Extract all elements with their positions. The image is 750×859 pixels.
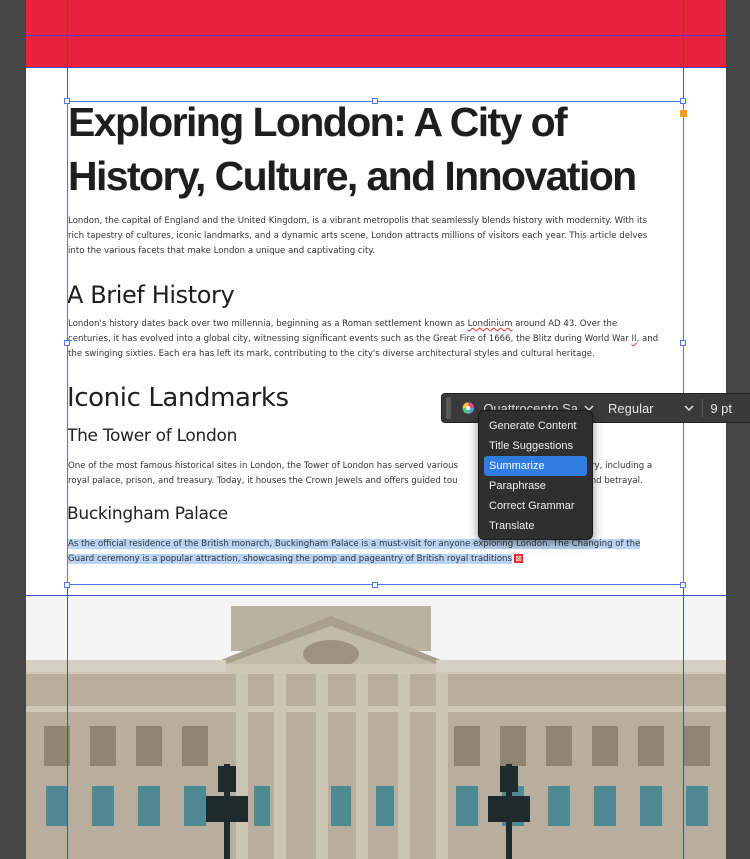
font-style-dropdown[interactable]: Regular xyxy=(608,401,694,416)
tower-heading[interactable]: The Tower of London xyxy=(67,425,237,447)
menu-item-summarize[interactable]: Summarize xyxy=(484,456,587,476)
frame-handle-tr[interactable] xyxy=(680,98,686,104)
ai-sparkle-icon[interactable] xyxy=(461,399,475,417)
landmarks-heading[interactable]: Iconic Landmarks xyxy=(67,383,289,413)
selected-text-line-1: As the official residence of the British… xyxy=(68,539,641,549)
history-paragraph[interactable]: London's history dates back over two mil… xyxy=(68,317,682,363)
frame-handle-tl[interactable] xyxy=(64,98,70,104)
frame-handle-mr[interactable] xyxy=(680,340,686,346)
guide-top[interactable] xyxy=(26,35,726,36)
selected-text-line-2: Guard ceremony is a popular attraction, … xyxy=(68,554,512,565)
palace-image xyxy=(26,596,726,859)
toolbar-grip-handle[interactable] xyxy=(446,397,451,419)
menu-item-correct-grammar[interactable]: Correct Grammar xyxy=(484,496,587,516)
palace-heading[interactable]: Buckingham Palace xyxy=(67,503,228,525)
frame-handle-bl[interactable] xyxy=(64,582,70,588)
chevron-down-icon xyxy=(683,405,694,412)
font-size-field[interactable]: 9 pt xyxy=(710,401,750,416)
toolbar-separator xyxy=(701,398,703,418)
palace-paragraph-selected[interactable]: As the official residence of the British… xyxy=(68,537,682,567)
menu-item-generate-content[interactable]: Generate Content xyxy=(484,416,587,436)
intro-paragraph[interactable]: London, the capital of England and the U… xyxy=(68,214,682,260)
frame-handle-br[interactable] xyxy=(680,582,686,588)
guide-banner-bottom[interactable] xyxy=(26,67,726,68)
history-heading[interactable]: A Brief History xyxy=(67,280,235,310)
menu-item-title-suggestions[interactable]: Title Suggestions xyxy=(484,436,587,456)
menu-item-paraphrase[interactable]: Paraphrase xyxy=(484,476,587,496)
menu-item-translate[interactable]: Translate xyxy=(484,516,587,536)
article-title[interactable]: Exploring London: A City of History, Cul… xyxy=(68,95,688,203)
frame-handle-ml[interactable] xyxy=(64,340,70,346)
font-style-value: Regular xyxy=(607,400,654,416)
frame-handle-bm[interactable] xyxy=(372,582,378,588)
font-size-value: 9 pt xyxy=(710,400,732,416)
red-banner[interactable] xyxy=(26,0,726,67)
frame-link-icon[interactable] xyxy=(680,110,687,117)
frame-handle-tm[interactable] xyxy=(372,98,378,104)
overset-text-icon[interactable]: ⊠ xyxy=(513,554,523,564)
ai-actions-menu: Generate Content Title Suggestions Summa… xyxy=(478,410,593,540)
buckingham-palace-photo[interactable] xyxy=(26,596,726,859)
guide-photo-top[interactable] xyxy=(26,595,726,596)
